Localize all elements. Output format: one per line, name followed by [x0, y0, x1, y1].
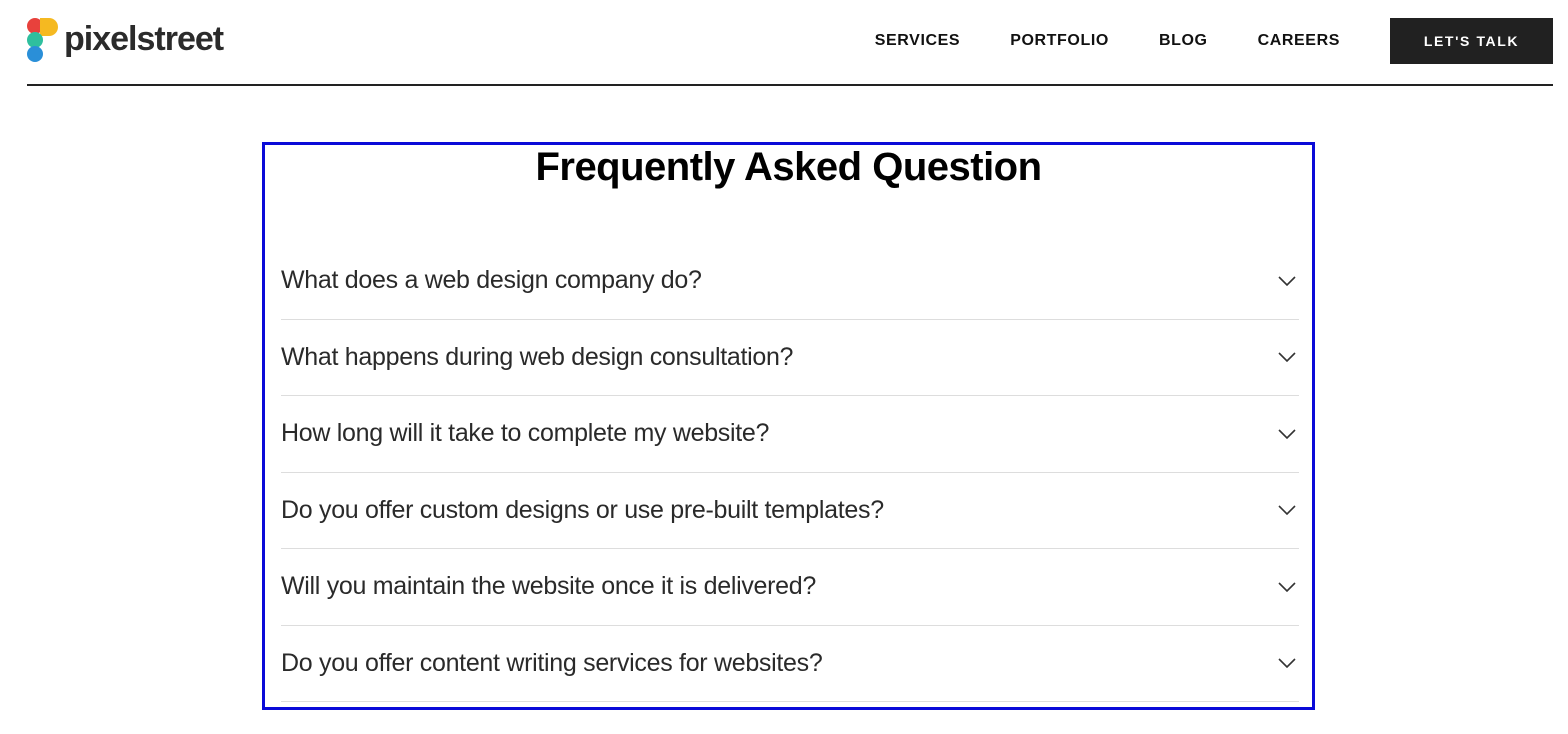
- faq-item[interactable]: Do you offer custom designs or use pre-b…: [281, 473, 1299, 549]
- pixelstreet-logo-icon: [27, 16, 60, 64]
- chevron-down-icon[interactable]: [1277, 657, 1297, 669]
- faq-list: What does a web design company do? What …: [281, 243, 1299, 702]
- chevron-down-icon[interactable]: [1277, 275, 1297, 287]
- site-header: pixelstreet SERVICES PORTFOLIO BLOG CARE…: [0, 0, 1568, 86]
- header-divider: [27, 84, 1553, 86]
- faq-item[interactable]: Will you maintain the website once it is…: [281, 549, 1299, 626]
- faq-item[interactable]: What does a web design company do?: [281, 243, 1299, 320]
- nav-item-services[interactable]: SERVICES: [875, 32, 960, 50]
- faq-item[interactable]: How long will it take to complete my web…: [281, 396, 1299, 473]
- faq-question: Do you offer custom designs or use pre-b…: [281, 495, 884, 524]
- chevron-down-icon[interactable]: [1277, 351, 1297, 363]
- nav-item-blog[interactable]: BLOG: [1159, 32, 1208, 50]
- faq-question: What happens during web design consultat…: [281, 342, 794, 371]
- brand-name: pixelstreet: [64, 20, 224, 58]
- nav-item-portfolio[interactable]: PORTFOLIO: [1010, 32, 1109, 50]
- faq-title: Frequently Asked Question: [535, 145, 1042, 189]
- faq-question: Do you offer content writing services fo…: [281, 648, 823, 677]
- faq-question: What does a web design company do?: [281, 266, 702, 295]
- chevron-down-icon[interactable]: [1277, 581, 1297, 593]
- faq-question: How long will it take to complete my web…: [281, 419, 770, 448]
- faq-question: Will you maintain the website once it is…: [281, 572, 816, 601]
- chevron-down-icon[interactable]: [1277, 504, 1297, 516]
- faq-item[interactable]: Do you offer content writing services fo…: [281, 626, 1299, 702]
- main-nav: SERVICES PORTFOLIO BLOG CAREERS LET'S TA…: [875, 18, 1553, 64]
- chevron-down-icon[interactable]: [1277, 428, 1297, 440]
- lets-talk-button[interactable]: LET'S TALK: [1390, 18, 1553, 64]
- nav-item-careers[interactable]: CAREERS: [1258, 32, 1340, 50]
- faq-item[interactable]: What happens during web design consultat…: [281, 320, 1299, 396]
- faq-section: Frequently Asked Question What does a we…: [262, 142, 1315, 710]
- brand-logo[interactable]: pixelstreet: [27, 16, 224, 64]
